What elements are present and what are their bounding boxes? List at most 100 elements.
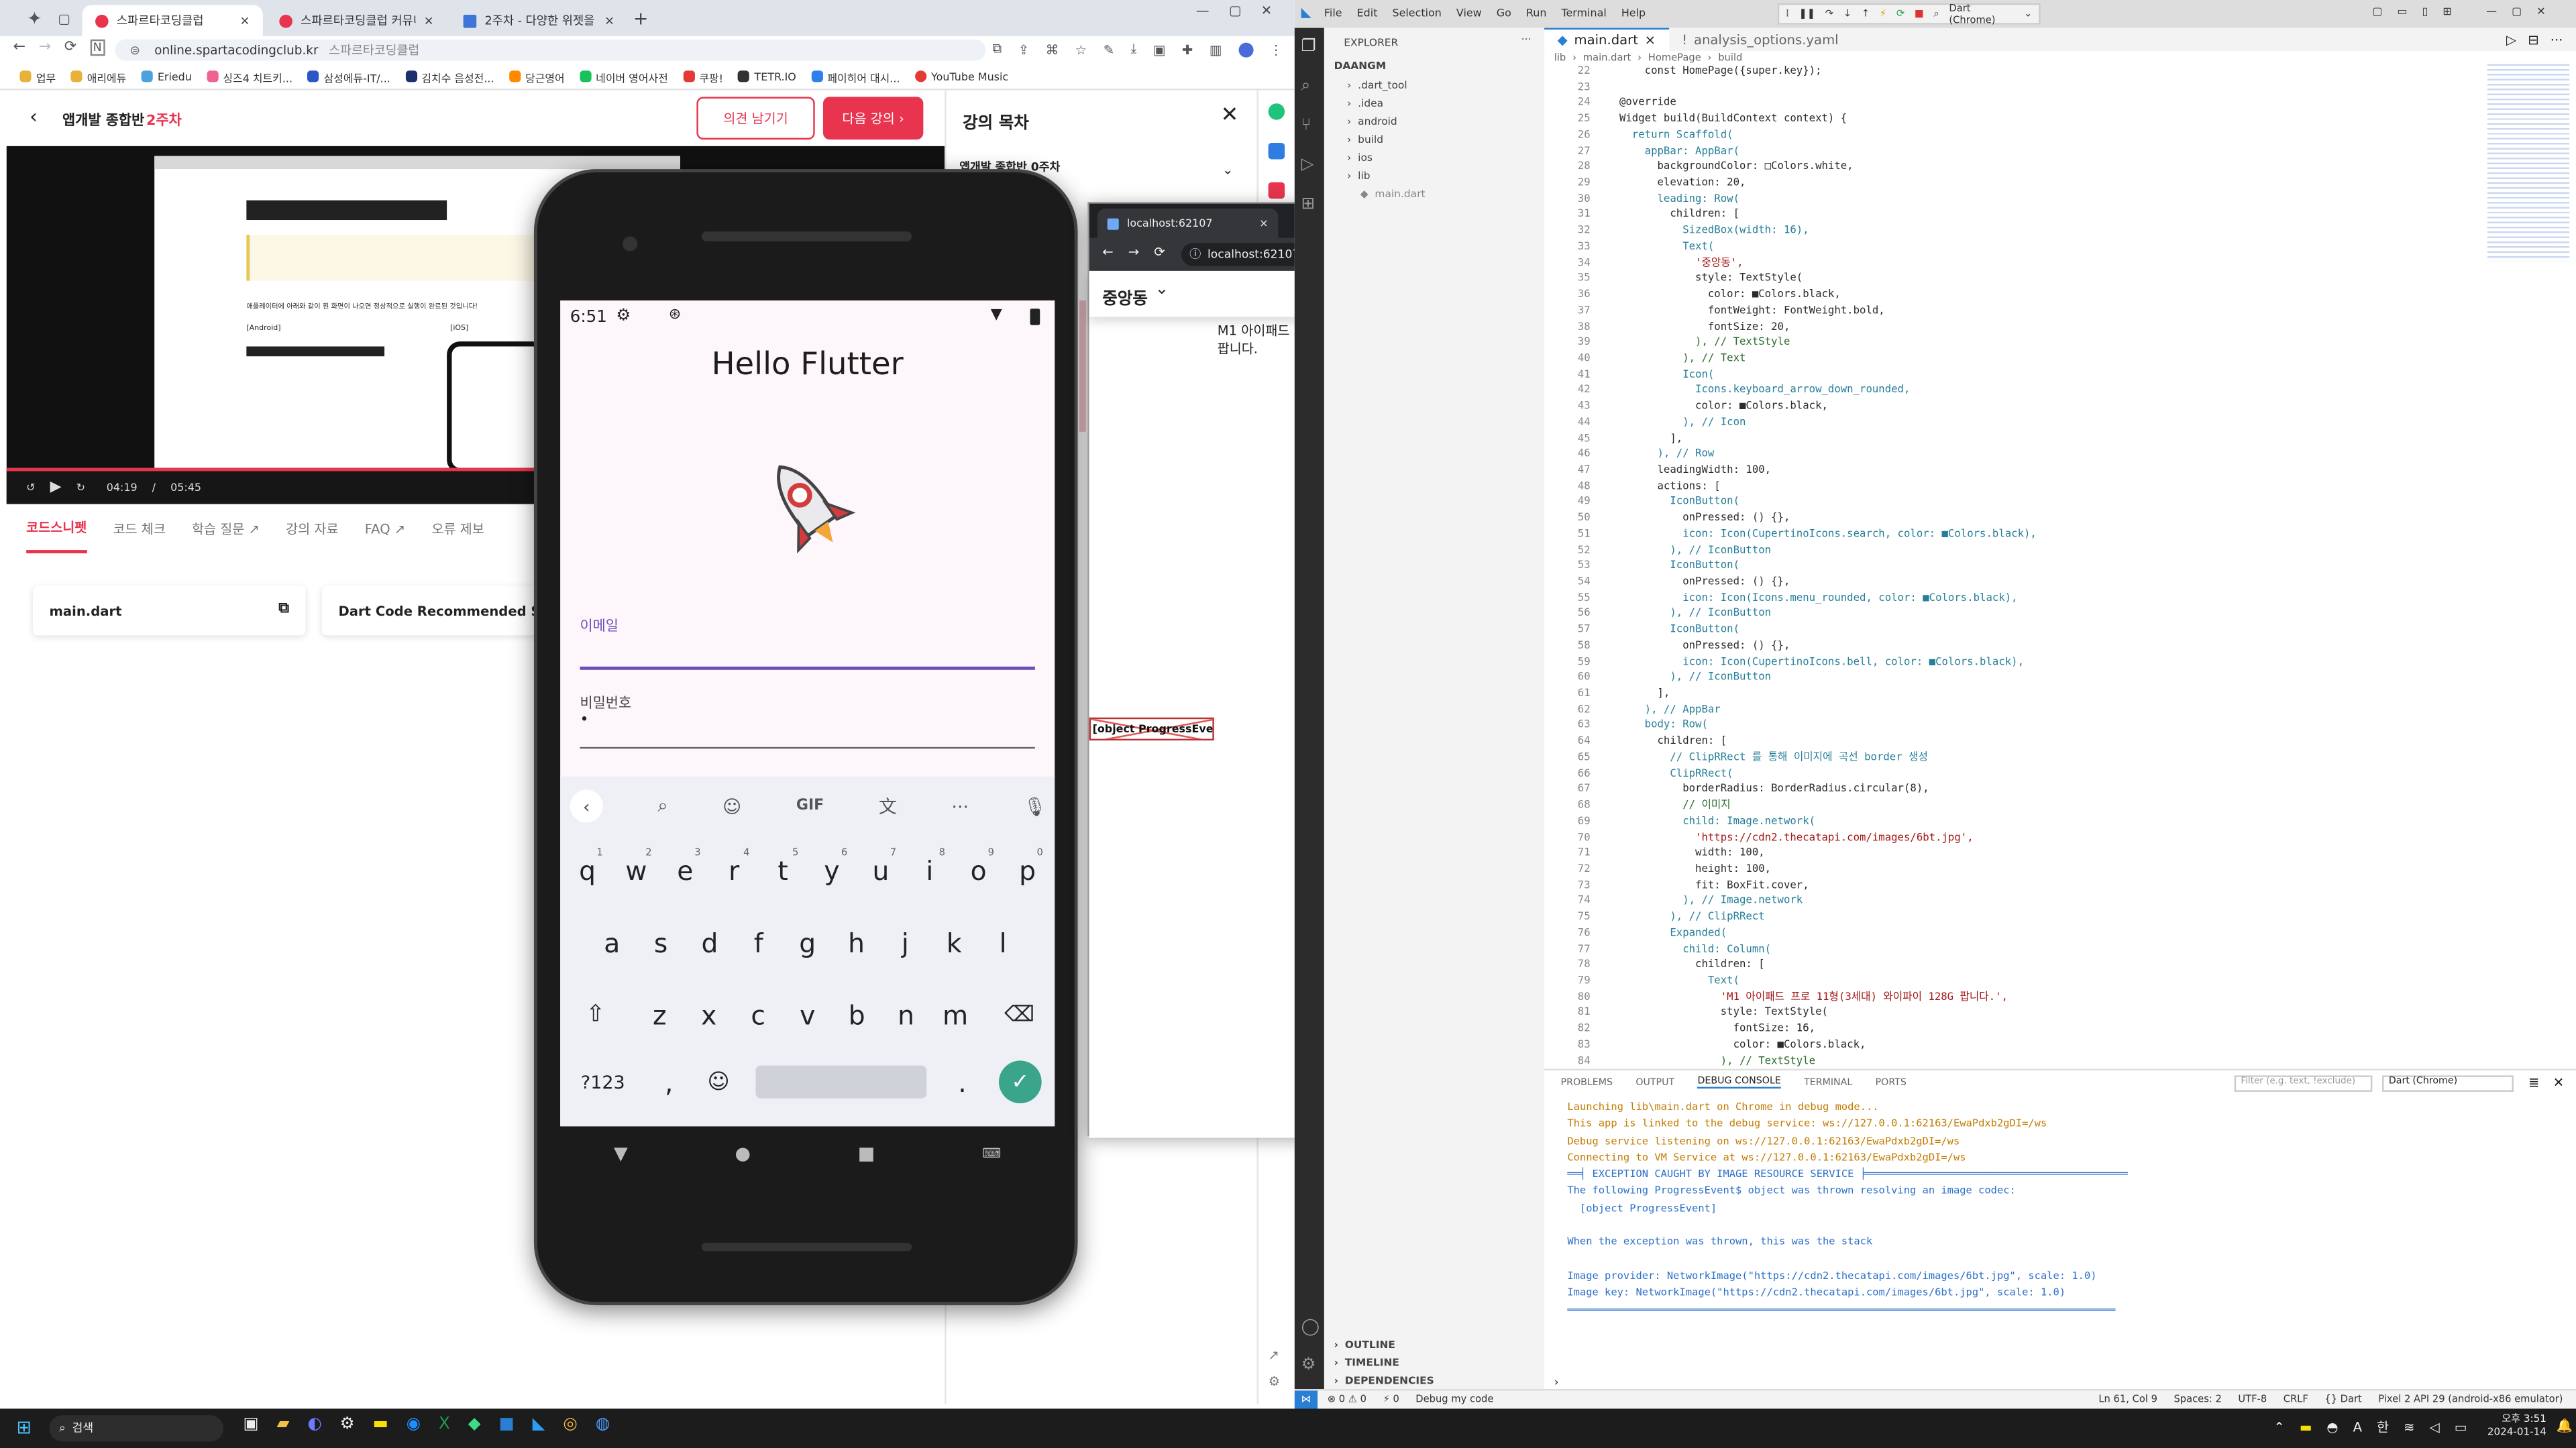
panel-tab[interactable]: DEBUG CONSOLE	[1697, 1077, 1781, 1089]
menu-item[interactable]: Edit	[1357, 7, 1378, 20]
editor-tab-main-dart[interactable]: ◆ main.dart ×	[1544, 27, 1669, 51]
more-icon[interactable]: ···	[1521, 34, 1532, 46]
kbd-key[interactable]: c	[736, 992, 780, 1038]
kbd-key[interactable]: i8	[908, 847, 952, 893]
menu-item[interactable]: Selection	[1392, 7, 1441, 20]
kbd-mic-icon[interactable]: 🎙	[1024, 795, 1046, 817]
bookmark[interactable]: 네이버 영어사전	[579, 68, 668, 85]
menu-item[interactable]: File	[1324, 7, 1342, 20]
tray-chevron-icon[interactable]: ⌃	[2273, 1421, 2284, 1435]
nav-recents-icon[interactable]: ■	[858, 1142, 875, 1164]
kbd-key[interactable]: d	[688, 920, 732, 966]
forward-icon[interactable]: →	[1128, 245, 1139, 260]
kbd-key[interactable]: u7	[859, 847, 903, 893]
file-explorer-icon[interactable]: ▰	[277, 1415, 290, 1433]
windows-start-icon[interactable]: ⊞	[16, 1417, 32, 1439]
step-into-icon[interactable]: ↓	[1843, 8, 1851, 19]
close-icon[interactable]: ✕	[1221, 103, 1239, 128]
back-icon[interactable]: ←	[1102, 245, 1113, 260]
panel-tab[interactable]: PORTS	[1876, 1078, 1907, 1088]
battery-icon[interactable]: ▭	[2455, 1421, 2467, 1435]
remote-icon[interactable]: ⋈	[1294, 1390, 1318, 1410]
bookmark[interactable]: 애리에듀	[70, 68, 126, 85]
notification-icon[interactable]: 🔔	[2557, 1418, 2573, 1433]
close-icon[interactable]: ✕	[2553, 1075, 2564, 1090]
sidepanel-calendar-icon[interactable]	[1268, 142, 1285, 160]
kbd-numbers-key[interactable]: ?123	[574, 1059, 633, 1105]
kbd-key[interactable]: a	[590, 920, 634, 966]
kbd-key[interactable]: v	[786, 992, 830, 1038]
code-card-main-dart[interactable]: main.dart ⧉	[32, 586, 306, 636]
kbd-key[interactable]: l	[981, 920, 1025, 966]
chrome-tab-1[interactable]: 스파르타코딩클럽 ×	[82, 5, 263, 36]
share-icon[interactable]: ⇪	[1018, 42, 1029, 56]
search-icon[interactable]: ⌕	[1301, 77, 1311, 95]
chrome-icon[interactable]: ◎	[563, 1415, 577, 1433]
minimize-icon[interactable]: —	[2486, 5, 2497, 18]
copy-icon[interactable]: ⧉	[278, 601, 289, 617]
kbd-key[interactable]: f	[737, 920, 781, 966]
kbd-key[interactable]: z	[637, 992, 682, 1038]
inspect-icon[interactable]: ⌕	[1933, 7, 1939, 21]
menu-item[interactable]: View	[1456, 7, 1482, 20]
breadcrumb-item[interactable]: HomePage	[1648, 52, 1701, 64]
tab-report-error[interactable]: 오류 제보	[432, 520, 484, 538]
status-item[interactable]: Ln 61, Col 9	[2098, 1394, 2157, 1405]
task-view-icon[interactable]: ▣	[243, 1415, 258, 1433]
settings-icon[interactable]: ⚙	[340, 1415, 355, 1433]
kbd-more-icon[interactable]: ···	[951, 795, 969, 817]
account-icon[interactable]: ◯	[1301, 1319, 1320, 1337]
tab-code-check[interactable]: 코드 체크	[113, 520, 166, 538]
app-icon[interactable]: ■	[499, 1415, 515, 1433]
kbd-key[interactable]: y6	[810, 847, 854, 893]
app-icon[interactable]: ◉	[407, 1415, 421, 1433]
kbd-translate-icon[interactable]: 文	[879, 793, 897, 819]
tree-item[interactable]: ◆ main.dart	[1347, 186, 1426, 204]
kbd-key[interactable]: r4	[712, 847, 756, 893]
forward-skip-icon[interactable]: ↻	[76, 481, 85, 494]
star-icon[interactable]: ☆	[1075, 42, 1087, 56]
settings-icon[interactable]: ⚙	[1269, 1374, 1281, 1389]
wrap-icon[interactable]: ≣	[2528, 1075, 2539, 1090]
chrome-tab-2[interactable]: 스파르타코딩클럽 커뮤니티 | 스 ×	[266, 5, 447, 36]
kbd-comma-key[interactable]: ,	[656, 1059, 682, 1105]
breadcrumb-item[interactable]: build	[1718, 52, 1742, 64]
layout-icon[interactable]: ▢	[2372, 5, 2382, 18]
status-item[interactable]: ⚡ 0	[1383, 1394, 1399, 1405]
tree-item[interactable]: › .dart_tool	[1347, 77, 1425, 95]
menu-item[interactable]: Go	[1497, 7, 1511, 20]
kbd-key[interactable]: p0	[1006, 847, 1050, 893]
console-input-chevron-icon[interactable]: ›	[1554, 1376, 1559, 1389]
app-tray-icon[interactable]: ◓	[2326, 1421, 2338, 1435]
kbd-key[interactable]: b	[835, 992, 879, 1038]
sidepanel-icon[interactable]: ▥	[1210, 42, 1222, 56]
install-icon[interactable]: ⧉	[992, 41, 1002, 57]
volume-icon[interactable]: ◁	[2430, 1421, 2440, 1435]
kbd-key[interactable]: j	[883, 920, 927, 966]
sidebar-section[interactable]: › DEPENDENCIES	[1334, 1373, 1434, 1391]
app-icon[interactable]: ◍	[596, 1415, 610, 1433]
menu-item[interactable]: Terminal	[1561, 7, 1606, 20]
chevron-down-icon[interactable]: ⌄	[1222, 162, 1233, 177]
excel-icon[interactable]: X	[439, 1415, 450, 1433]
password-field[interactable]	[580, 719, 1035, 749]
new-tab-icon[interactable]: +	[631, 7, 650, 29]
app-icon[interactable]: ◐	[307, 1415, 321, 1433]
back-icon[interactable]: ‹	[30, 105, 38, 128]
download-icon[interactable]: ⤓	[1131, 41, 1137, 57]
kbd-period-key[interactable]: .	[949, 1059, 975, 1105]
minimize-icon[interactable]: —	[1196, 3, 1210, 18]
tree-item[interactable]: › .idea	[1347, 95, 1425, 113]
stop-icon[interactable]: ■	[1915, 8, 1924, 19]
email-field[interactable]	[580, 641, 1035, 670]
bookmark[interactable]: 김치수 음성전...	[405, 68, 494, 85]
maximize-icon[interactable]: ▢	[2512, 5, 2522, 18]
taskbar-search[interactable]: ⌕ 검색	[49, 1415, 224, 1442]
close-icon[interactable]: ×	[1259, 217, 1268, 230]
panel-tab[interactable]: OUTPUT	[1635, 1078, 1674, 1088]
address-bar[interactable]: ⊜ online.spartacodingclub.kr 스파르타코딩클럽	[115, 39, 986, 61]
puzzle-icon[interactable]: ✚	[1182, 42, 1193, 56]
sidepanel-app-icon[interactable]	[1268, 103, 1285, 120]
status-item[interactable]: Spaces: 2	[2174, 1394, 2221, 1405]
kbd-search-icon[interactable]: ⌕	[657, 795, 667, 818]
